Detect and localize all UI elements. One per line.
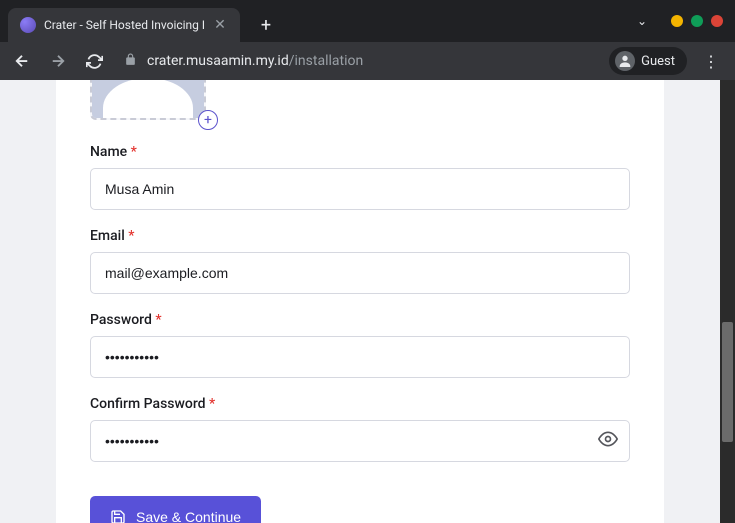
chevron-down-icon[interactable]: ⌄ — [637, 14, 647, 28]
name-input[interactable] — [90, 168, 630, 210]
profile-label: Guest — [641, 54, 675, 69]
menu-button[interactable]: ⋮ — [695, 52, 727, 71]
save-button-label: Save & Continue — [136, 509, 241, 523]
save-icon — [110, 509, 126, 523]
browser-tab[interactable]: Crater - Self Hosted Invoicing P ✕ — [8, 8, 240, 42]
reload-button[interactable] — [80, 47, 108, 75]
window-minimize[interactable] — [671, 15, 683, 27]
profile-avatar-icon — [615, 51, 635, 71]
avatar-upload[interactable]: + — [90, 80, 206, 126]
eye-icon[interactable] — [598, 429, 618, 453]
scrollbar[interactable] — [720, 80, 735, 523]
tab-close-icon[interactable]: ✕ — [212, 17, 228, 33]
save-continue-button[interactable]: Save & Continue — [90, 496, 261, 523]
back-button[interactable] — [8, 47, 36, 75]
tab-favicon — [20, 17, 36, 33]
confirm-password-input[interactable] — [90, 420, 630, 462]
confirm-password-label: Confirm Password * — [90, 396, 630, 412]
address-bar[interactable]: crater.musaamin.my.id/installation — [116, 53, 601, 70]
email-input[interactable] — [90, 252, 630, 294]
form-card: + Name * Email * Password * — [56, 80, 664, 523]
lock-icon — [124, 53, 137, 70]
password-input[interactable] — [90, 336, 630, 378]
avatar-placeholder — [90, 80, 206, 120]
email-label: Email * — [90, 228, 630, 244]
scrollbar-thumb[interactable] — [722, 322, 733, 442]
new-tab-button[interactable]: + — [252, 11, 280, 39]
avatar-add-icon[interactable]: + — [198, 110, 218, 130]
window-maximize[interactable] — [691, 15, 703, 27]
password-label: Password * — [90, 312, 630, 328]
name-label: Name * — [90, 144, 630, 160]
profile-button[interactable]: Guest — [609, 47, 687, 75]
url-text: crater.musaamin.my.id/installation — [147, 53, 363, 69]
window-close[interactable] — [711, 15, 723, 27]
forward-button[interactable] — [44, 47, 72, 75]
tab-title: Crater - Self Hosted Invoicing P — [44, 18, 204, 32]
